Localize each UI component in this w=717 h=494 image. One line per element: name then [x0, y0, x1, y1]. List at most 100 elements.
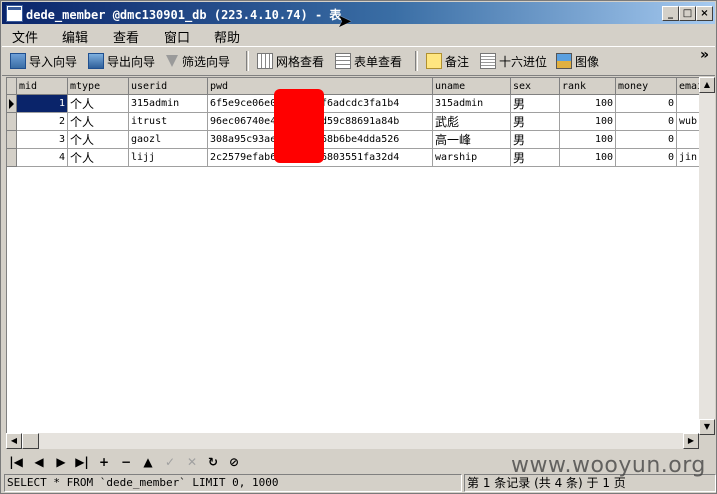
table-cell[interactable]: 100	[560, 95, 616, 113]
column-header[interactable]: mtype	[68, 78, 129, 95]
table-cell[interactable]: 男	[511, 95, 560, 113]
header-corner	[7, 78, 17, 95]
first-record-icon[interactable]: |◀	[8, 454, 24, 470]
grid-icon	[257, 53, 273, 69]
menu-help[interactable]: 帮助	[214, 27, 240, 46]
table-cell[interactable]: 1	[17, 95, 68, 113]
memo-icon	[426, 53, 442, 69]
table-cell[interactable]: 0	[616, 131, 677, 149]
column-header[interactable]: mid	[17, 78, 68, 95]
insert-record-icon[interactable]: +	[96, 454, 112, 470]
table-cell[interactable]: 315admin	[433, 95, 511, 113]
previous-record-icon[interactable]: ◀	[31, 454, 47, 470]
table-cell[interactable]: warship	[433, 149, 511, 167]
next-record-icon[interactable]: ▶	[53, 454, 69, 470]
table-cell[interactable]: itrust	[129, 113, 208, 131]
table-cell[interactable]: 武彪	[433, 113, 511, 131]
table-cell[interactable]: 2	[17, 113, 68, 131]
table-cell[interactable]: 个人	[68, 149, 129, 167]
watermark: www.wooyun.org	[511, 453, 706, 478]
filter-wizard-button[interactable]: 筛选向导	[166, 52, 230, 70]
table-cell[interactable]: 个人	[68, 131, 129, 149]
table-cell[interactable]: 3	[17, 131, 68, 149]
vertical-scrollbar[interactable]: ▲ ▼	[699, 77, 715, 435]
table-cell[interactable]: 男	[511, 131, 560, 149]
table-cell[interactable]: 100	[560, 113, 616, 131]
table-cell[interactable]: 100	[560, 131, 616, 149]
last-record-icon[interactable]: ▶|	[74, 454, 90, 470]
delete-record-icon[interactable]: −	[118, 454, 134, 470]
table-cell[interactable]	[677, 95, 700, 113]
edit-record-icon[interactable]: ▲	[140, 454, 156, 470]
table-cell[interactable]: 高一峰	[433, 131, 511, 149]
export-icon	[88, 53, 104, 69]
table-cell[interactable]: 男	[511, 149, 560, 167]
current-row-arrow-icon	[9, 99, 14, 109]
scroll-up-icon[interactable]: ▲	[699, 77, 715, 93]
table-cell[interactable]: 0	[616, 113, 677, 131]
table-cell[interactable]: 个人	[68, 95, 129, 113]
pwd-fragment-end: f6adcdc3fa1b4	[321, 98, 400, 109]
redaction-block	[274, 89, 324, 163]
maximize-button[interactable]: □	[679, 6, 696, 21]
horizontal-scroll-thumb[interactable]	[22, 433, 39, 449]
image-button[interactable]: 图像	[556, 52, 599, 70]
menu-edit[interactable]: 编辑	[62, 27, 88, 46]
form-icon	[335, 53, 351, 69]
stop-icon[interactable]: ⊘	[226, 454, 242, 470]
table-cell[interactable]: 100	[560, 149, 616, 167]
minimize-button[interactable]: _	[662, 6, 679, 21]
import-icon	[10, 53, 26, 69]
pwd-fragment-start: 96ec06740e4	[210, 116, 277, 127]
table-cell[interactable]: gaozl	[129, 131, 208, 149]
refresh-icon[interactable]: ↻	[205, 454, 221, 470]
scroll-left-icon[interactable]: ◀	[6, 433, 22, 449]
table-cell[interactable]: 0	[616, 95, 677, 113]
data-grid[interactable]: mid mtype userid pwd uname sex rank mone…	[6, 77, 701, 435]
row-indicator[interactable]	[7, 131, 17, 149]
table-cell[interactable]: 个人	[68, 113, 129, 131]
table-cell[interactable]: 男	[511, 113, 560, 131]
column-header[interactable]: sex	[511, 78, 560, 95]
table-cell[interactable]: lijj	[129, 149, 208, 167]
import-wizard-button[interactable]: 导入向导	[10, 52, 77, 70]
funnel-icon	[166, 55, 178, 67]
grid-view-button[interactable]: 网格查看	[257, 52, 324, 70]
table-cell[interactable]: jin	[677, 149, 700, 167]
menu-view[interactable]: 查看	[113, 27, 139, 46]
pwd-fragment-start: 308a95c93ae	[210, 134, 277, 145]
row-indicator[interactable]	[7, 113, 17, 131]
scroll-down-icon[interactable]: ▼	[699, 419, 715, 435]
horizontal-scrollbar[interactable]: ◀ ▶	[6, 433, 699, 449]
column-header[interactable]: money	[616, 78, 677, 95]
toolbar-overflow-button[interactable]: »	[700, 47, 709, 63]
row-indicator[interactable]	[7, 149, 17, 167]
hex-icon	[480, 53, 496, 69]
column-header[interactable]: uname	[433, 78, 511, 95]
title-bar[interactable]: dede_member @dmc130901_db (223.4.10.74) …	[2, 2, 715, 24]
table-cell[interactable]	[677, 131, 700, 149]
export-wizard-button[interactable]: 导出向导	[88, 52, 155, 70]
grid-view-label: 网格查看	[276, 54, 325, 69]
column-header[interactable]: userid	[129, 78, 208, 95]
column-header[interactable]: rank	[560, 78, 616, 95]
memo-button[interactable]: 备注	[426, 52, 469, 70]
close-button[interactable]: ×	[696, 6, 713, 21]
cancel-changes-icon[interactable]: ✕	[184, 454, 200, 470]
row-indicator[interactable]	[7, 95, 17, 113]
apply-changes-icon[interactable]: ✓	[162, 454, 178, 470]
table-cell[interactable]: wub	[677, 113, 700, 131]
column-header[interactable]: email	[677, 78, 700, 95]
table-cell[interactable]: 315admin	[129, 95, 208, 113]
menu-file[interactable]: 文件	[12, 27, 38, 46]
menu-window[interactable]: 窗口	[164, 27, 190, 46]
hex-button[interactable]: 十六进位	[480, 52, 547, 70]
image-icon	[556, 53, 572, 69]
memo-label: 备注	[445, 54, 470, 69]
scroll-right-icon[interactable]: ▶	[683, 433, 699, 449]
form-view-button[interactable]: 表单查看	[335, 52, 402, 70]
hex-label: 十六进位	[499, 54, 548, 69]
table-cell[interactable]: 4	[17, 149, 68, 167]
table-cell[interactable]: 0	[616, 149, 677, 167]
pwd-fragment-end: 68b6be4dda526	[321, 134, 400, 145]
